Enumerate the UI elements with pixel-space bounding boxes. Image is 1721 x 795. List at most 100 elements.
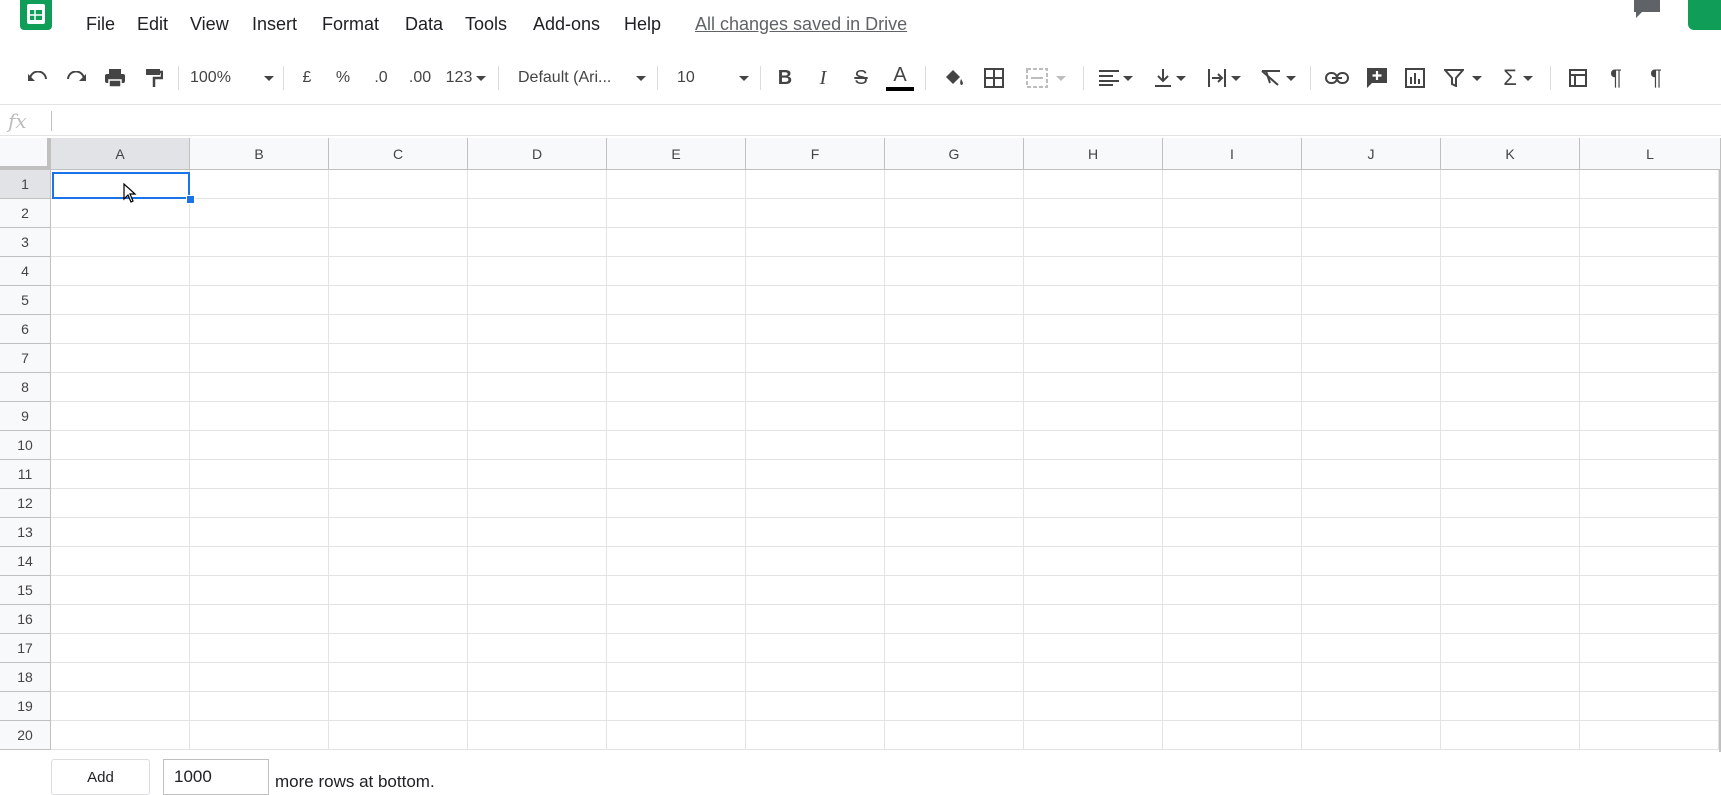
italic-icon[interactable]: I bbox=[808, 56, 838, 100]
paint-format-icon[interactable] bbox=[138, 56, 170, 100]
row-header-16[interactable]: 16 bbox=[0, 605, 51, 634]
row-header-2[interactable]: 2 bbox=[0, 199, 51, 228]
text-wrapping-icon[interactable] bbox=[1202, 56, 1246, 100]
menu-data[interactable]: Data bbox=[405, 14, 443, 35]
column-header-j[interactable]: J bbox=[1302, 138, 1441, 170]
functions-icon[interactable]: Σ bbox=[1496, 56, 1540, 100]
column-header-h[interactable]: H bbox=[1024, 138, 1163, 170]
font-family-select[interactable]: Default (Ari... bbox=[518, 56, 646, 100]
chevron-down-icon bbox=[476, 75, 487, 81]
cells-area[interactable] bbox=[51, 170, 1721, 750]
row-header-11[interactable]: 11 bbox=[0, 460, 51, 489]
borders-icon[interactable] bbox=[978, 56, 1010, 100]
row-header-18[interactable]: 18 bbox=[0, 663, 51, 692]
row-header-17[interactable]: 17 bbox=[0, 634, 51, 663]
row-header-10[interactable]: 10 bbox=[0, 431, 51, 460]
row-header-5[interactable]: 5 bbox=[0, 286, 51, 315]
column-header-c[interactable]: C bbox=[329, 138, 468, 170]
currency-button[interactable]: £ bbox=[293, 56, 321, 100]
ltr-paragraph-icon[interactable]: ¶ bbox=[1600, 56, 1632, 100]
add-rows-button[interactable]: Add bbox=[51, 759, 150, 795]
increase-decimals-label: .00 bbox=[408, 69, 432, 86]
decrease-decimals-button[interactable]: .0 bbox=[366, 56, 396, 100]
formula-input[interactable] bbox=[60, 111, 1700, 131]
chevron-down-icon bbox=[1231, 75, 1241, 81]
insert-comment-icon[interactable] bbox=[1360, 56, 1394, 100]
chevron-down-icon bbox=[1123, 75, 1133, 81]
merge-cells-icon[interactable] bbox=[1018, 56, 1074, 100]
row-header-9[interactable]: 9 bbox=[0, 402, 51, 431]
column-header-d[interactable]: D bbox=[468, 138, 607, 170]
row-header-3[interactable]: 3 bbox=[0, 228, 51, 257]
decrease-decimals-label: .0 bbox=[374, 69, 388, 86]
row-header-20[interactable]: 20 bbox=[0, 721, 51, 750]
row-header-7[interactable]: 7 bbox=[0, 344, 51, 373]
chevron-down-icon bbox=[1286, 75, 1296, 81]
save-status-link[interactable]: All changes saved in Drive bbox=[695, 14, 907, 35]
row-header-6[interactable]: 6 bbox=[0, 315, 51, 344]
comment-history-icon[interactable] bbox=[1632, 0, 1662, 18]
rtl-paragraph-icon[interactable]: ¶ bbox=[1640, 56, 1672, 100]
fx-label: fx bbox=[8, 109, 27, 133]
chevron-down-icon bbox=[739, 75, 749, 81]
redo-icon[interactable] bbox=[60, 56, 92, 100]
row-header-13[interactable]: 13 bbox=[0, 518, 51, 547]
bold-icon[interactable]: B bbox=[770, 56, 800, 100]
row-header-19[interactable]: 19 bbox=[0, 692, 51, 721]
rows-count-input[interactable] bbox=[163, 759, 269, 795]
row-header-4[interactable]: 4 bbox=[0, 257, 51, 286]
spreadsheet-grid: A B C D E F G H I J K L 1 2 3 4 5 6 7 8 9 10 11 12 13 14 15 16 17 18 1… bbox=[0, 138, 1721, 752]
chevron-down-icon bbox=[636, 75, 646, 81]
chevron-down-icon bbox=[1522, 75, 1533, 81]
insert-link-icon[interactable] bbox=[1320, 56, 1354, 100]
undo-icon[interactable] bbox=[22, 56, 54, 100]
select-all-corner[interactable] bbox=[0, 138, 51, 170]
vertical-align-icon[interactable] bbox=[1148, 56, 1192, 100]
column-header-e[interactable]: E bbox=[607, 138, 746, 170]
zoom-select[interactable]: 100% bbox=[190, 56, 274, 100]
column-header-i[interactable]: I bbox=[1163, 138, 1302, 170]
horizontal-align-icon[interactable] bbox=[1094, 56, 1138, 100]
selected-cell-a1[interactable] bbox=[52, 172, 190, 199]
print-icon[interactable] bbox=[98, 56, 132, 100]
column-header-b[interactable]: B bbox=[190, 138, 329, 170]
text-color-icon[interactable]: A bbox=[884, 56, 916, 100]
menu-view[interactable]: View bbox=[190, 14, 229, 35]
strikethrough-icon[interactable]: S bbox=[846, 56, 876, 100]
sheets-logo[interactable] bbox=[20, 0, 52, 30]
fill-handle[interactable] bbox=[186, 195, 195, 204]
fill-color-icon[interactable] bbox=[938, 56, 970, 100]
increase-decimals-button[interactable]: .00 bbox=[404, 56, 436, 100]
insert-chart-icon[interactable] bbox=[1398, 56, 1432, 100]
column-header-a[interactable]: A bbox=[51, 138, 190, 170]
filter-icon[interactable] bbox=[1438, 56, 1488, 100]
menu-add-ons[interactable]: Add-ons bbox=[533, 14, 600, 35]
menu-file[interactable]: File bbox=[86, 14, 115, 35]
column-header-g[interactable]: G bbox=[885, 138, 1024, 170]
row-header-15[interactable]: 15 bbox=[0, 576, 51, 605]
font-size-value: 10 bbox=[677, 69, 695, 86]
freeze-icon[interactable] bbox=[1562, 56, 1594, 100]
menu-format[interactable]: Format bbox=[322, 14, 379, 35]
menu-edit[interactable]: Edit bbox=[137, 14, 168, 35]
formula-bar: fx bbox=[0, 104, 1721, 136]
column-header-l[interactable]: L bbox=[1580, 138, 1721, 170]
more-formats-button[interactable]: 123 bbox=[443, 56, 489, 100]
font-family-value: Default (Ari... bbox=[518, 69, 612, 86]
chevron-down-icon bbox=[264, 75, 274, 81]
text-rotation-icon[interactable] bbox=[1256, 56, 1300, 100]
font-size-select[interactable]: 10 bbox=[677, 56, 749, 100]
more-formats-label: 123 bbox=[445, 69, 473, 86]
menu-help[interactable]: Help bbox=[624, 14, 661, 35]
share-button[interactable] bbox=[1688, 0, 1721, 30]
percent-button[interactable]: % bbox=[329, 56, 357, 100]
column-header-f[interactable]: F bbox=[746, 138, 885, 170]
row-header-1[interactable]: 1 bbox=[0, 170, 51, 199]
column-header-k[interactable]: K bbox=[1441, 138, 1580, 170]
row-header-12[interactable]: 12 bbox=[0, 489, 51, 518]
chevron-down-icon bbox=[1472, 75, 1482, 81]
row-header-8[interactable]: 8 bbox=[0, 373, 51, 402]
menu-tools[interactable]: Tools bbox=[465, 14, 507, 35]
row-header-14[interactable]: 14 bbox=[0, 547, 51, 576]
menu-insert[interactable]: Insert bbox=[252, 14, 297, 35]
